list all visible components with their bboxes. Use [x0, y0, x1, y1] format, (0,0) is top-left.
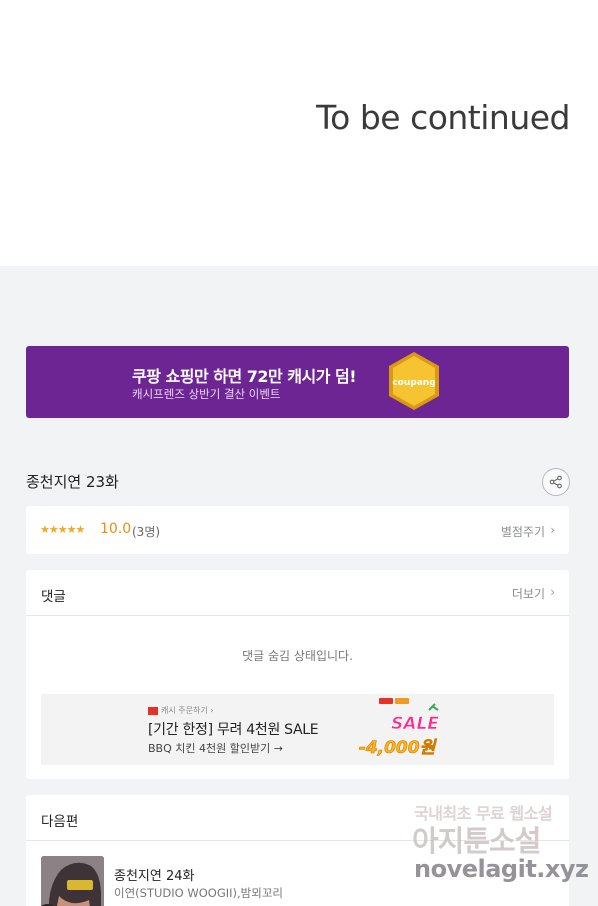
comment-section: 댓글 더보기 › 댓글 숨김 상태입니다. 캐시 주문하기 › [기간 한정] …	[26, 570, 569, 779]
next-episode-title[interactable]: 종천지연 24화	[114, 865, 194, 884]
banner-subtitle: 캐시프렌즈 상반기 결산 이벤트	[132, 387, 281, 401]
watermark-line2: 아지툰소설	[412, 824, 541, 858]
rating-card: ★★★★★ 10.0 (3명) 별점주기 ›	[26, 506, 569, 554]
sale-badge-icon: SALE -4,000원	[358, 698, 440, 758]
rate-button[interactable]: 별점주기	[501, 523, 545, 540]
sale-word: SALE	[391, 714, 439, 734]
comment-heading: 댓글	[41, 589, 66, 605]
bbq-ad-banner[interactable]: 캐시 주문하기 › [기간 한정] 무려 4천원 SALE BBQ 치킨 4천원…	[41, 694, 554, 765]
divider	[26, 615, 569, 616]
ad-subtitle: BBQ 치킨 4천원 할인받기 →	[148, 742, 283, 755]
ad-tag-text: 캐시 주문하기 ›	[161, 706, 214, 715]
ad-logo-icon	[148, 706, 158, 715]
comment-more-button[interactable]: 더보기	[512, 585, 545, 602]
share-button[interactable]	[542, 468, 570, 496]
next-episode-thumbnail[interactable]	[41, 856, 104, 906]
share-icon	[549, 475, 562, 489]
watermark-line3: novelagit.xyz	[414, 855, 589, 883]
coin-label: coupang	[392, 378, 435, 388]
to-be-continued-text: To be continued	[316, 98, 570, 137]
banner-title: 쿠팡 쇼핑만 하면 72만 캐시가 덤!	[132, 367, 357, 386]
site-watermark: 국내최초 무료 웹소설 아지툰소설 novelagit.xyz	[408, 798, 589, 888]
episode-end-panel: To be continued	[0, 0, 598, 266]
next-heading: 다음편	[41, 814, 79, 830]
chevron-right-icon: ›	[550, 585, 555, 599]
chevron-right-icon: ›	[550, 523, 555, 537]
coupang-promo-banner[interactable]: 쿠팡 쇼핑만 하면 72만 캐시가 덤! 캐시프렌즈 상반기 결산 이벤트 co…	[26, 346, 569, 418]
thumbnail-art-icon	[41, 856, 104, 906]
next-episode-author: 이연(STUDIO WOOGII),밤뫼꼬리	[114, 886, 283, 900]
comments-hidden-message: 댓글 숨김 상태입니다.	[242, 649, 353, 663]
ad-tag: 캐시 주문하기 ›	[148, 705, 213, 716]
sale-amount: -4,000원	[359, 738, 438, 758]
coupang-coin-icon: coupang	[389, 352, 439, 410]
episode-title: 종천지연 23화	[26, 473, 119, 491]
rating-stars-icon: ★★★★★	[40, 523, 85, 536]
rating-count: (3명)	[132, 525, 161, 539]
rating-score: 10.0	[100, 521, 132, 537]
ad-title: [기간 한정] 무려 4천원 SALE	[148, 722, 319, 738]
